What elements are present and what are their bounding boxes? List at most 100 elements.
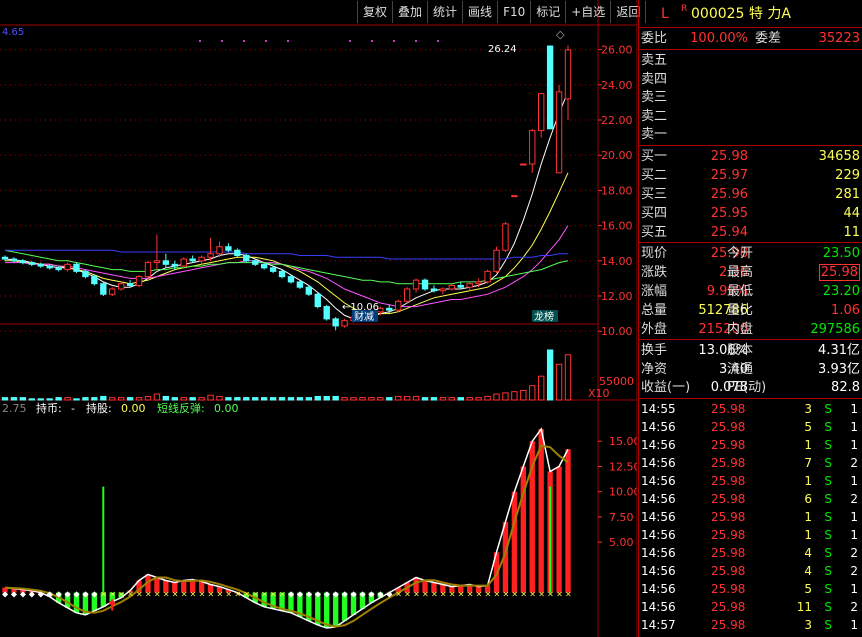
tick-row[interactable]: 14:56 25.98 1 S 1: [641, 472, 862, 490]
tick-count: 1: [850, 402, 858, 416]
price-axis-label: 26.00: [601, 44, 633, 57]
tick-row[interactable]: 14:56 25.98 1 S 1: [641, 526, 862, 544]
tick-row[interactable]: 14:57 25.98 3 S 1: [641, 616, 862, 634]
tick-count: 1: [850, 510, 858, 524]
volume-bar: [546, 349, 554, 401]
candle-body: [421, 279, 429, 290]
kline-chart-area[interactable]: 26.00 24.00 22.00 20.00 18.00 16.00 14.00 12.00…: [0, 0, 647, 637]
fundamental-label: 收益(一): [641, 380, 691, 395]
stat-row: 总量 512786 量比 1.06: [641, 302, 860, 320]
tick-price: 25.98: [711, 600, 746, 614]
ask-label: 卖四: [641, 71, 668, 87]
indicator-value: -: [71, 402, 75, 415]
marker-dot: [371, 40, 373, 42]
volume-bar: [377, 397, 384, 401]
zero-marker: ×: [127, 590, 134, 599]
zero-marker: ◆: [20, 590, 27, 599]
zero-marker: ×: [270, 590, 277, 599]
volume-bar: [457, 397, 464, 401]
toolbar-f10-button[interactable]: F10: [498, 1, 532, 23]
zero-marker: ◆: [38, 590, 45, 599]
zero-marker: ×: [440, 590, 447, 599]
candle-body: [412, 279, 420, 290]
tick-row[interactable]: 14:56 25.98 4 S 2: [641, 544, 862, 562]
volume-bar: [269, 397, 277, 401]
zero-marker: ×: [404, 590, 411, 599]
volume-bar: [493, 393, 500, 401]
volume-bar: [564, 354, 572, 401]
tick-row[interactable]: 14:56 25.98 7 S 2: [641, 454, 862, 472]
stock-code-name[interactable]: 000025 特 力A: [691, 5, 791, 23]
tick-row[interactable]: 14:56 25.98 4 S 2: [641, 562, 862, 580]
volume-bar: [64, 397, 71, 401]
bid-row: 买四 25.95 44: [641, 205, 860, 223]
volume-bar: [555, 363, 563, 401]
bid-label: 买一: [641, 149, 668, 164]
toolbar-draw-button[interactable]: 画线: [463, 1, 499, 23]
tick-side: S: [824, 420, 832, 434]
toolbar-fuquan-button[interactable]: 复权: [358, 1, 394, 23]
volume-bar: [234, 397, 241, 401]
fundamental-label: 股本: [727, 343, 754, 358]
zero-marker: ×: [476, 590, 483, 599]
toolbar-overlay-button[interactable]: 叠加: [393, 1, 429, 23]
stat-label: 最高: [727, 265, 754, 280]
zero-marker: ×: [485, 590, 492, 599]
volume-bar: [73, 398, 80, 401]
candle-body: [162, 260, 170, 265]
candle-body: [225, 246, 232, 251]
stat-value: 25.98: [818, 264, 860, 281]
zero-marker: ×: [261, 590, 268, 599]
tick-time: 14:56: [641, 492, 676, 506]
toolbar-add-watchlist-button[interactable]: +自选: [566, 1, 612, 23]
tick-volume: 6: [804, 492, 812, 506]
tick-side: S: [824, 456, 832, 470]
price-axis-label: 12.00: [601, 290, 633, 303]
toolbar-stats-button[interactable]: 统计: [428, 1, 464, 23]
tick-row[interactable]: 14:56 25.98 5 S 1: [641, 580, 862, 598]
tick-price: 25.98: [711, 492, 746, 506]
tick-time: 14:55: [641, 402, 676, 416]
ask-label: 卖三: [641, 90, 668, 105]
candle-body: [555, 91, 563, 174]
weibi-row: 委比 100.00% 委差 35223: [641, 30, 860, 48]
zero-marker: ◆: [306, 590, 313, 599]
zero-marker: ◆: [11, 590, 18, 599]
tick-row[interactable]: 14:56 25.98 6 S 2: [641, 490, 862, 508]
bid-label: 买二: [641, 168, 668, 183]
candle-body: [269, 267, 277, 272]
moving-average-line: [5, 172, 569, 315]
volume-bar: [314, 395, 321, 401]
volume-bar: [430, 397, 438, 401]
tick-row[interactable]: 14:56 25.98 5 S 1: [641, 418, 862, 436]
indicator-bar: [538, 429, 544, 593]
zero-marker: ×: [413, 590, 420, 599]
tick-side: S: [824, 510, 832, 524]
tick-price: 25.98: [711, 618, 746, 632]
volume-bar: [135, 397, 143, 401]
zero-marker: ◆: [368, 590, 375, 599]
bid-label: 买四: [641, 206, 668, 221]
candle-body: [395, 300, 402, 311]
zero-marker: ×: [136, 590, 143, 599]
volume-bar: [55, 397, 62, 401]
zero-marker: ×: [181, 590, 188, 599]
tick-row[interactable]: 14:56 25.98 1 S 1: [641, 436, 862, 454]
candle-body: [100, 283, 107, 295]
tick-time: 14:56: [641, 564, 676, 578]
indicator-label: 持币:: [36, 401, 62, 415]
toolbar-mark-button[interactable]: 标记: [531, 1, 567, 23]
tick-row[interactable]: 14:56 25.98 11 S 2: [641, 598, 862, 616]
marker-dot: [221, 40, 223, 42]
high-price-label: 26.24: [488, 44, 517, 55]
tick-row[interactable]: 14:56 25.98 1 S 1: [641, 508, 862, 526]
tick-row[interactable]: 14:55 25.98 3 S 1: [641, 400, 862, 418]
candle-body: [216, 246, 223, 255]
candle-body: [386, 307, 393, 311]
marker-dot: [265, 40, 267, 42]
tick-volume: 4: [804, 564, 812, 578]
kline-chart[interactable]: 26.00 24.00 22.00 20.00 18.00 16.00 14.00 12.00…: [0, 0, 637, 637]
bid-price: 25.97: [710, 168, 748, 183]
volume-bar: [216, 395, 223, 401]
indicator-signal-line: [4, 444, 569, 628]
